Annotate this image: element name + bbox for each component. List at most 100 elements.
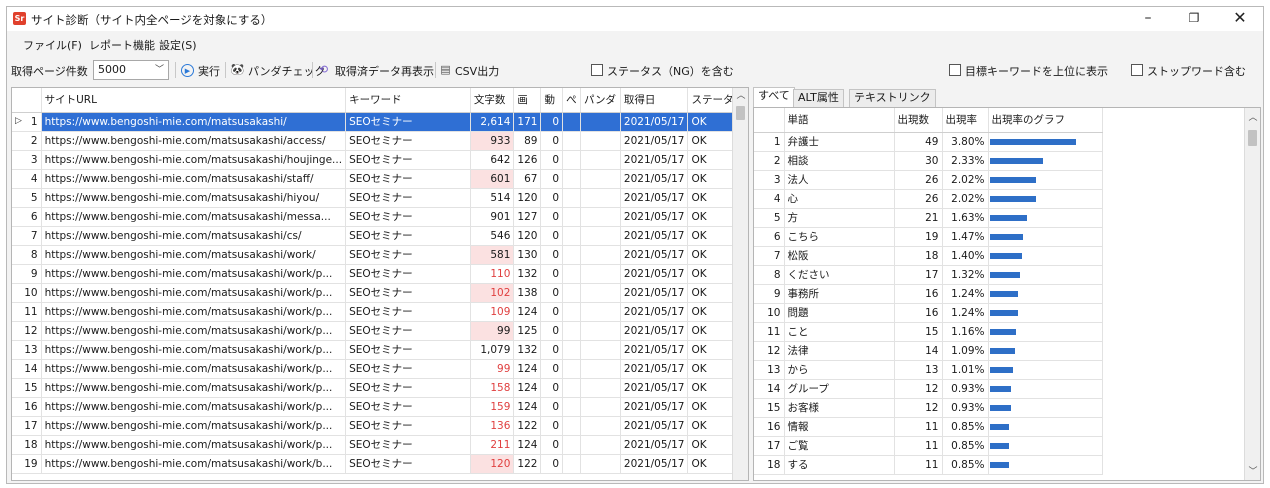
panda-icon[interactable]: 🐼	[230, 62, 245, 77]
tab-all[interactable]: すべて	[753, 87, 795, 107]
table-row[interactable]: 1 弁護士 49 3.80%	[754, 132, 1103, 152]
panda-cell	[580, 264, 621, 284]
word-list-scrollbar[interactable]: ︿ ﹀	[1244, 108, 1260, 480]
table-row[interactable]: 12 法律 14 1.09%	[754, 341, 1103, 361]
run-button[interactable]: 実行	[198, 63, 220, 79]
rate-cell: 1.09%	[942, 341, 989, 361]
table-row[interactable]: 7 松阪 18 1.40%	[754, 246, 1103, 266]
target-keyword-checkbox[interactable]	[949, 64, 961, 76]
play-icon[interactable]: ▶	[181, 64, 194, 77]
panda-check-button[interactable]: パンダチェック	[248, 63, 326, 79]
row-number: 12	[754, 341, 785, 361]
row-number: 16	[12, 397, 42, 417]
column-header-rate[interactable]: 出現率	[942, 108, 989, 133]
column-header-videos[interactable]: 動	[540, 88, 564, 113]
table-row[interactable]: ▷ 1 https://www.bengoshi-mie.com/matsusaka…	[12, 112, 748, 132]
chars-cell: 120	[470, 454, 515, 474]
table-row[interactable]: 4 https://www.bengoshi-mie.com/matsusakas…	[12, 169, 748, 189]
column-header-panda[interactable]: パンダ	[580, 88, 621, 113]
table-row[interactable]: 17 ご覧 11 0.85%	[754, 436, 1103, 456]
pe-cell	[562, 112, 582, 132]
table-row[interactable]: 8 ください 17 1.32%	[754, 265, 1103, 285]
pe-cell	[562, 226, 582, 246]
tab-alt[interactable]: ALT属性	[793, 89, 844, 107]
table-row[interactable]: 4 心 26 2.02%	[754, 189, 1103, 209]
table-row[interactable]: 10 https://www.bengoshi-mie.com/matsusaka…	[12, 283, 748, 303]
table-row[interactable]: 6 こちら 19 1.47%	[754, 227, 1103, 247]
column-header-keyword[interactable]: キーワード	[345, 88, 471, 113]
table-row[interactable]: 9 事務所 16 1.24%	[754, 284, 1103, 304]
current-row-icon: ▷	[15, 115, 22, 126]
table-row[interactable]: 9 https://www.bengoshi-mie.com/matsusakas…	[12, 264, 748, 284]
table-row[interactable]: 5 方 21 1.63%	[754, 208, 1103, 228]
count-cell: 30	[894, 151, 943, 171]
table-row[interactable]: 3 https://www.bengoshi-mie.com/matsusakas…	[12, 150, 748, 170]
column-header-url[interactable]: サイトURL	[41, 88, 347, 113]
table-row[interactable]: 11 こと 15 1.16%	[754, 322, 1103, 342]
table-row[interactable]: 6 https://www.bengoshi-mie.com/matsusakas…	[12, 207, 748, 227]
table-row[interactable]: 5 https://www.bengoshi-mie.com/matsusakas…	[12, 188, 748, 208]
table-row[interactable]: 16 情報 11 0.85%	[754, 417, 1103, 437]
table-row[interactable]: 14 グループ 12 0.93%	[754, 379, 1103, 399]
table-row[interactable]: 12 https://www.bengoshi-mie.com/matsusaka…	[12, 321, 748, 341]
url-cell: https://www.bengoshi-mie.com/matsusakash…	[41, 321, 347, 341]
scroll-up-icon[interactable]: ︿	[1245, 110, 1260, 126]
row-number-label: 2	[30, 134, 38, 147]
scroll-up-icon[interactable]: ︿	[733, 88, 748, 104]
refresh-data-icon[interactable]: ⟲	[316, 62, 331, 77]
scroll-thumb[interactable]	[736, 106, 745, 120]
column-header-word[interactable]: 単語	[784, 108, 895, 133]
table-row[interactable]: 10 問題 16 1.24%	[754, 303, 1103, 323]
target-keyword-label: 目標キーワードを上位に表示	[965, 65, 1108, 78]
rate-bar	[989, 385, 1011, 392]
column-header-chars[interactable]: 文字数	[470, 88, 515, 113]
menu-file[interactable]: ファイル(F)	[23, 37, 82, 53]
table-row[interactable]: 8 https://www.bengoshi-mie.com/matsusakas…	[12, 245, 748, 265]
rate-graph-cell	[988, 303, 1103, 323]
table-row[interactable]: 2 相談 30 2.33%	[754, 151, 1103, 171]
scroll-thumb[interactable]	[1248, 130, 1257, 146]
table-row[interactable]: 17 https://www.bengoshi-mie.com/matsusaka…	[12, 416, 748, 436]
images-cell: 124	[513, 435, 542, 455]
menu-report[interactable]: レポート機能	[89, 37, 155, 53]
column-header-count[interactable]: 出現数	[894, 108, 943, 133]
table-row[interactable]: 18 する 11 0.85%	[754, 455, 1103, 475]
maximize-button[interactable]: ❐	[1171, 7, 1217, 31]
table-row[interactable]: 7 https://www.bengoshi-mie.com/matsusakas…	[12, 226, 748, 246]
table-row[interactable]: 11 https://www.bengoshi-mie.com/matsusaka…	[12, 302, 748, 322]
table-row[interactable]: 13 から 13 1.01%	[754, 360, 1103, 380]
stopword-checkbox[interactable]	[1131, 64, 1143, 76]
table-row[interactable]: 19 https://www.bengoshi-mie.com/matsusaka…	[12, 454, 748, 474]
rate-bar	[989, 233, 1023, 240]
redisplay-button[interactable]: 取得済データ再表示	[335, 63, 434, 79]
column-header-rate-graph[interactable]: 出現率のグラフ	[988, 108, 1103, 133]
table-row[interactable]: 18 https://www.bengoshi-mie.com/matsusaka…	[12, 435, 748, 455]
column-header-pe[interactable]: ぺ	[562, 88, 582, 113]
page-list-scrollbar[interactable]: ︿	[732, 88, 748, 480]
table-row[interactable]: 2 https://www.bengoshi-mie.com/matsusakas…	[12, 131, 748, 151]
tab-text-link[interactable]: テキストリンク	[849, 89, 936, 107]
url-cell: https://www.bengoshi-mie.com/matsusakash…	[41, 169, 347, 189]
column-header-date[interactable]: 取得日	[620, 88, 689, 113]
table-row[interactable]: 14 https://www.bengoshi-mie.com/matsusaka…	[12, 359, 748, 379]
menu-settings[interactable]: 設定(S)	[159, 37, 197, 53]
table-row[interactable]: 13 https://www.bengoshi-mie.com/matsusaka…	[12, 340, 748, 360]
table-row[interactable]: 16 https://www.bengoshi-mie.com/matsusaka…	[12, 397, 748, 417]
csv-export-button[interactable]: CSV出力	[455, 63, 499, 79]
row-number: 5	[12, 188, 42, 208]
panda-cell	[580, 112, 621, 132]
close-button[interactable]: ✕	[1217, 7, 1263, 31]
status-ng-checkbox[interactable]	[591, 64, 603, 76]
keyword-cell: SEOセミナー	[345, 131, 471, 151]
page-count-select[interactable]: 5000 ﹀	[93, 60, 169, 80]
app-window: Sr サイト診断（サイト内全ページを対象にする） – ❐ ✕ ファイル(F) レ…	[6, 6, 1264, 484]
rate-bar	[989, 157, 1043, 164]
column-header-images[interactable]: 画	[513, 88, 542, 113]
csv-export-icon[interactable]: ▤	[438, 62, 453, 77]
table-row[interactable]: 15 https://www.bengoshi-mie.com/matsusaka…	[12, 378, 748, 398]
table-row[interactable]: 15 お客様 12 0.93%	[754, 398, 1103, 418]
page-list-grid: サイトURL キーワード 文字数 画 動 ぺ パンダ 取得日 ステータス ▷ 1 h…	[11, 87, 749, 481]
scroll-down-icon[interactable]: ﹀	[1245, 464, 1260, 480]
minimize-button[interactable]: –	[1125, 7, 1171, 31]
table-row[interactable]: 3 法人 26 2.02%	[754, 170, 1103, 190]
